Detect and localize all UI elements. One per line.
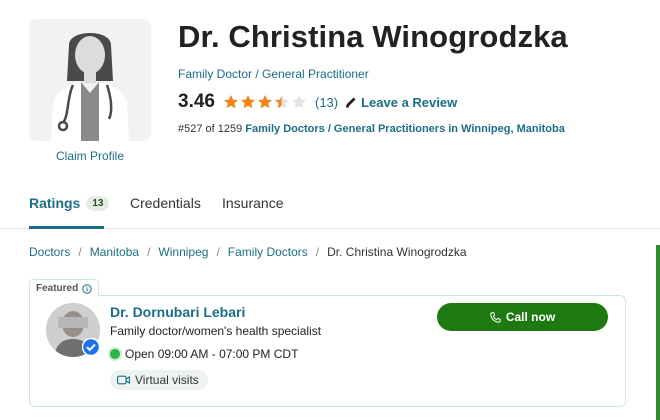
tab-credentials[interactable]: Credentials	[130, 195, 201, 211]
profile-tabs: Ratings 13 Credentials Insurance	[0, 183, 660, 229]
ratings-count-badge: 13	[86, 195, 110, 211]
tab-insurance[interactable]: Insurance	[222, 195, 283, 211]
leave-review-link[interactable]: Leave a Review	[345, 95, 457, 110]
featured-doctor-description: Family doctor/women's health specialist	[110, 324, 322, 338]
star-icon	[240, 95, 255, 109]
rating-row: 3.46 (13) Leave a Review	[178, 90, 457, 114]
virtual-visits-label: Virtual visits	[135, 373, 199, 387]
star-icon	[257, 95, 272, 109]
doctor-avatar-icon	[51, 33, 129, 141]
phone-icon	[490, 311, 501, 323]
verified-check-icon	[82, 338, 100, 356]
page-edge-accent	[656, 245, 660, 420]
breadcrumb-doctors[interactable]: Doctors	[29, 245, 70, 259]
star-icon	[223, 95, 238, 109]
breadcrumb-separator: /	[78, 245, 82, 259]
featured-doctor-card[interactable]: Dr. Dornubari Lebari Family doctor/women…	[29, 295, 626, 407]
breadcrumb: Doctors / Manitoba / Winnipeg / Family D…	[29, 245, 467, 259]
open-status-dot	[110, 349, 120, 359]
doctor-specialty-link[interactable]: Family Doctor / General Practitioner	[178, 67, 369, 81]
rating-score: 3.46	[178, 91, 215, 112]
pencil-icon	[346, 97, 356, 108]
featured-tag: Featured	[29, 279, 100, 297]
tab-ratings[interactable]: Ratings 13	[29, 195, 110, 211]
rating-stars	[223, 94, 307, 110]
breadcrumb-separator: /	[315, 245, 320, 259]
breadcrumb-current: Dr. Christina Winogrodzka	[327, 245, 467, 259]
open-hours: 09:00 AM - 07:00 PM CDT	[157, 347, 299, 361]
featured-doctor-name[interactable]: Dr. Dornubari Lebari	[110, 304, 245, 320]
rank-category-link[interactable]: Family Doctors / General Practitioners i…	[245, 123, 565, 135]
info-icon[interactable]	[82, 283, 92, 294]
star-icon	[291, 95, 306, 109]
tab-ratings-label: Ratings	[29, 195, 81, 211]
video-icon	[117, 375, 130, 385]
claim-profile-link[interactable]: Claim Profile	[29, 149, 151, 163]
active-tab-indicator	[29, 226, 104, 229]
featured-label: Featured	[36, 283, 79, 294]
breadcrumb-family-doctors[interactable]: Family Doctors	[228, 245, 308, 259]
star-icon	[274, 95, 289, 109]
breadcrumb-winnipeg[interactable]: Winnipeg	[158, 245, 208, 259]
open-status-label: Open	[125, 347, 155, 361]
rating-count-link[interactable]: (13)	[315, 95, 338, 110]
doctor-avatar	[29, 19, 151, 141]
breadcrumb-separator: /	[216, 245, 220, 259]
doctor-name: Dr. Christina Winogrodzka	[178, 19, 568, 54]
call-now-label: Call now	[505, 310, 556, 324]
breadcrumb-separator: /	[147, 245, 151, 259]
rank-position: #527 of 1259	[178, 123, 243, 135]
virtual-visits-pill: Virtual visits	[110, 370, 208, 390]
leave-review-label: Leave a Review	[361, 94, 458, 110]
call-now-button[interactable]: Call now	[437, 303, 608, 331]
featured-doctor-hours: Open 09:00 AM - 07:00 PM CDT	[110, 347, 298, 361]
breadcrumb-manitoba[interactable]: Manitoba	[90, 245, 139, 259]
rank-line: #527 of 1259 Family Doctors / General Pr…	[178, 123, 565, 135]
